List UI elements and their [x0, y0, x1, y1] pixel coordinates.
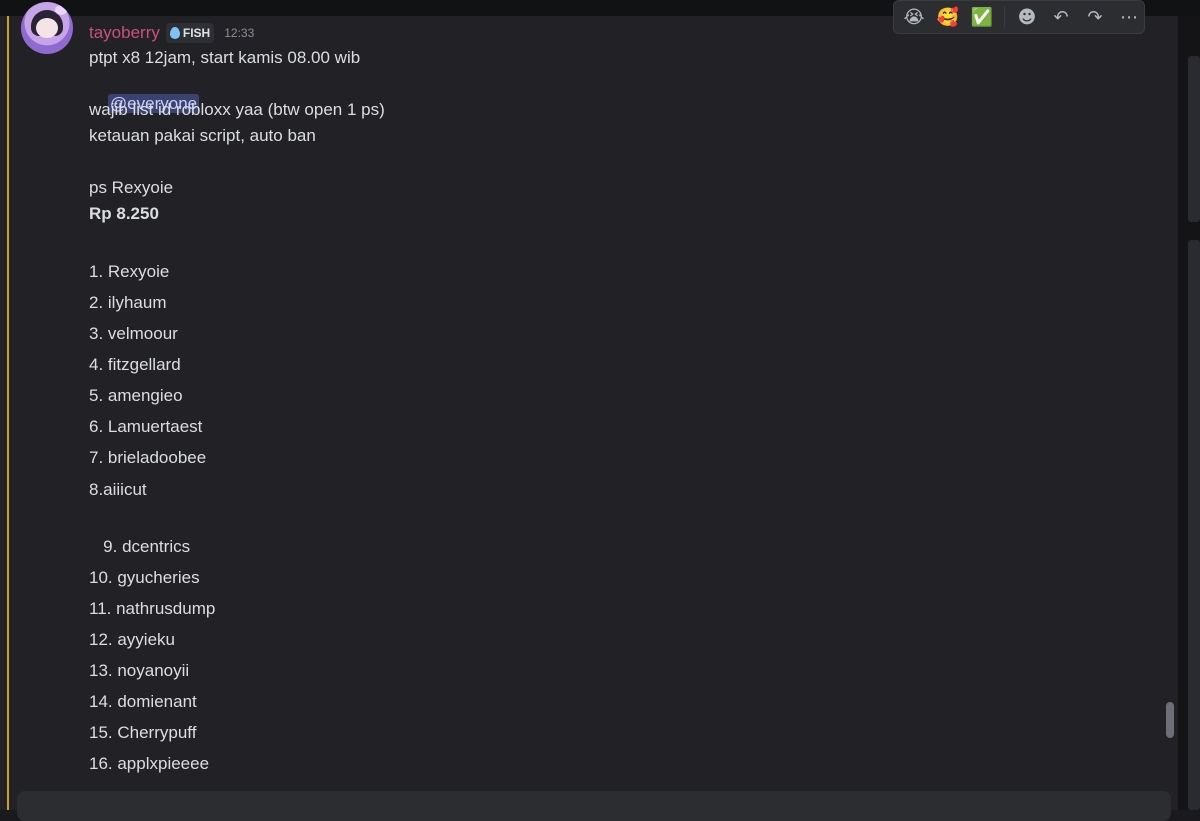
list-item: 13. noyanoyii	[89, 661, 190, 680]
reply-icon[interactable]: ↶	[1047, 3, 1075, 31]
list-item: 3. velmoour	[89, 324, 178, 343]
mention-highlight-bar	[7, 16, 9, 810]
message-composer[interactable]	[17, 791, 1171, 821]
list-item: 15. Cherrypuff	[89, 723, 197, 742]
price-line: Rp 8.250	[89, 204, 159, 223]
right-pane-panel[interactable]	[1188, 56, 1200, 222]
list-item: 1. Rexyoie	[89, 262, 170, 281]
list-item: 7. brieladoobee	[89, 448, 207, 467]
list-item: 2. ilyhaum	[89, 293, 167, 312]
reaction-crying-button[interactable]: 😭	[900, 3, 928, 31]
right-pane-panel[interactable]	[1188, 240, 1200, 810]
list-item: 6. Lamuertaest	[89, 417, 203, 436]
role-tag-label: FISH	[182, 26, 211, 40]
list-item: 14. domienant	[89, 692, 197, 711]
list-item: 4. fitzgellard	[89, 355, 181, 374]
message-line: wajib list id robloxx yaa (btw open 1 ps…	[89, 100, 385, 119]
reaction-check-button[interactable]: ✅	[968, 3, 996, 31]
message-line: ketauan pakai script, auto ban	[89, 126, 316, 145]
message-line: ptpt x8 12jam, start kamis 08.00 wib	[89, 48, 361, 67]
add-reaction-icon[interactable]: ☻	[1013, 3, 1041, 31]
scrollbar-track[interactable]	[1163, 16, 1175, 810]
list-item: 9. dcentrics	[89, 537, 191, 556]
list-item: 12. ayyieku	[89, 630, 175, 649]
list-item: 10. gyucheries	[89, 568, 200, 587]
list-item: 11. nathrusdump	[89, 599, 216, 618]
reaction-hearts-button[interactable]: 🥰	[934, 3, 962, 31]
user-avatar[interactable]	[21, 2, 73, 54]
message-actions-toolbar: 😭 🥰 ✅ ☻ ↶ ↷ ⋯	[893, 0, 1145, 34]
username[interactable]: tayoberry	[89, 23, 160, 43]
avatar-decoration	[55, 5, 67, 15]
role-tag[interactable]: FISH	[165, 23, 215, 43]
scrollbar-thumb[interactable]	[1166, 702, 1174, 738]
avatar-face	[36, 18, 58, 38]
message-header: tayoberry FISH 12:33	[89, 22, 254, 44]
list-item: 5. amengieo	[89, 386, 183, 405]
message-line: ps Rexyoie	[89, 178, 174, 197]
list-item: 16. applxpieeee	[89, 754, 210, 773]
forward-icon[interactable]: ↷	[1081, 3, 1109, 31]
message-timestamp[interactable]: 12:33	[224, 26, 254, 40]
toolbar-divider	[1004, 6, 1005, 28]
list-item: 8.aiiicut	[89, 480, 147, 499]
drop-icon	[169, 27, 180, 39]
more-options-icon[interactable]: ⋯	[1115, 3, 1143, 31]
